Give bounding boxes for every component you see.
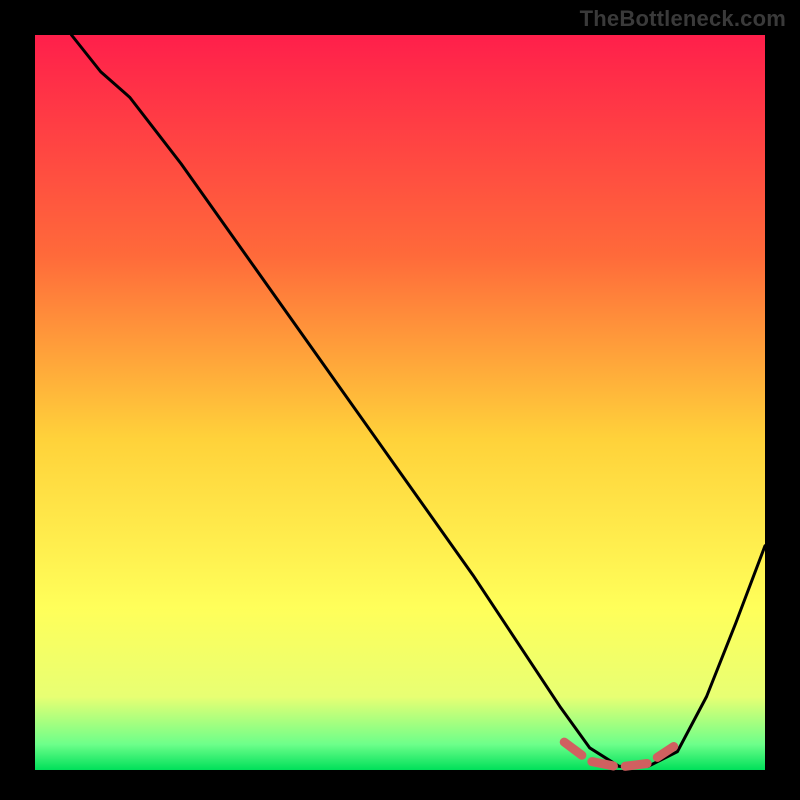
gradient-background (35, 35, 765, 770)
chart-container: TheBottleneck.com (0, 0, 800, 800)
bottleneck-chart (0, 0, 800, 800)
